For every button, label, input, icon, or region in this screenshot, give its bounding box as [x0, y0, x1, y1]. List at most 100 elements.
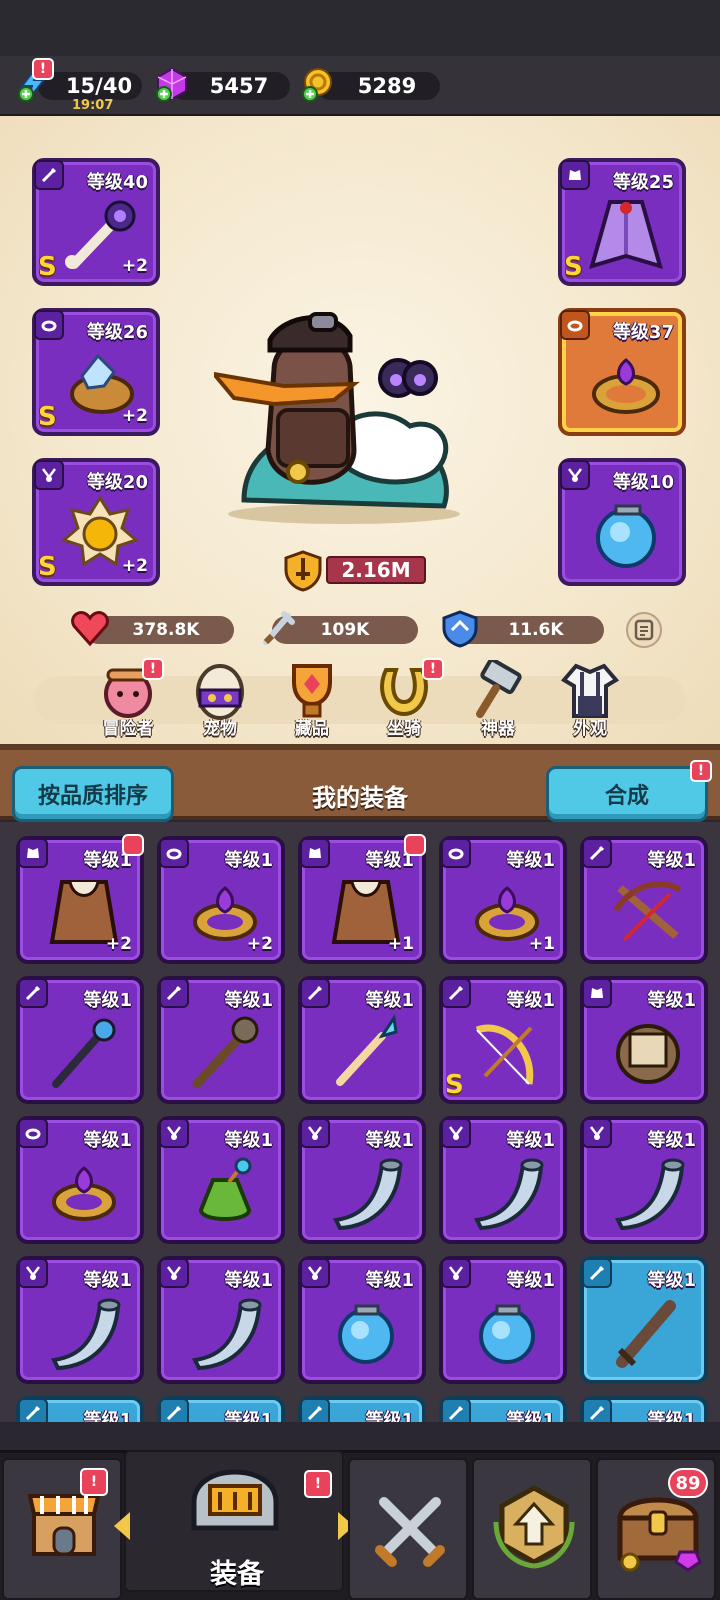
- sword-icon: [159, 1398, 189, 1422]
- crossed-swords-icon: [375, 1497, 445, 1567]
- crossbow-icon: [613, 881, 682, 942]
- capybara-character[interactable]: [214, 300, 474, 530]
- item-level: 等级1: [506, 1130, 555, 1151]
- tab-upgrade[interactable]: [472, 1458, 592, 1600]
- inventory-item[interactable]: 等级1 +1: [298, 834, 426, 964]
- equip-slot-necklace-right[interactable]: 等级10: [558, 458, 686, 586]
- armor-icon: [582, 978, 612, 1008]
- menu-artifact[interactable]: 神器: [458, 660, 538, 740]
- sword-icon: [582, 838, 612, 868]
- inventory-item[interactable]: 等级1: [16, 1116, 144, 1244]
- collection-trophy-icon: [292, 664, 332, 718]
- horn-icon: [191, 1298, 262, 1371]
- menu-pet[interactable]: 宠物: [180, 660, 260, 740]
- inventory-item[interactable]: 等级1: [298, 976, 426, 1104]
- inventory-item[interactable]: 等级1: [580, 976, 708, 1104]
- gold-coin-plus-icon[interactable]: [300, 66, 336, 102]
- inventory-item[interactable]: 等级1 S: [439, 976, 567, 1104]
- equip-slot-armor[interactable]: 等级25 S: [558, 158, 686, 286]
- wooden-staff-icon: [192, 1016, 259, 1089]
- sword-icon: [300, 1398, 330, 1422]
- sword-icon: [18, 1398, 48, 1422]
- stats-detail-button[interactable]: [626, 612, 662, 648]
- item-level: 等级1: [365, 990, 414, 1011]
- inventory-item[interactable]: 等级1: [157, 1256, 285, 1384]
- horn-icon: [614, 1158, 685, 1231]
- hp-value: 378.8K: [132, 620, 200, 640]
- inventory-item[interactable]: 等级1: [298, 1396, 426, 1422]
- inventory-item[interactable]: 等级1: [16, 1256, 144, 1384]
- necklace-icon: [300, 1258, 330, 1288]
- fur-armor-icon: [616, 1024, 680, 1084]
- menu-label: 神器: [481, 719, 515, 739]
- gold-ring-icon: [592, 358, 660, 414]
- inventory-item[interactable]: 等级1: [439, 1396, 567, 1422]
- slot-level: 等级25: [612, 172, 674, 193]
- sword-stat-icon: [263, 611, 295, 645]
- pet-egg-icon: [196, 664, 244, 720]
- inventory-item[interactable]: 等级1: [16, 976, 144, 1104]
- nav-left-arrow-icon[interactable]: [114, 1512, 130, 1540]
- merge-button[interactable]: 合成: [546, 766, 708, 822]
- inventory-item[interactable]: 等级1: [580, 1396, 708, 1422]
- sword-icon: [582, 1258, 612, 1288]
- artifact-hammer-icon: [476, 660, 522, 718]
- ring-icon: [18, 1118, 48, 1148]
- inventory-item[interactable]: 等级1 +1: [439, 836, 567, 964]
- equip-slot-ring-left[interactable]: 等级26 +2 S: [32, 308, 160, 436]
- equip-slot-ring-right[interactable]: 等级37: [558, 308, 686, 436]
- slot-level: 等级37: [612, 322, 674, 343]
- combat-power: 2.16M: [282, 550, 430, 592]
- energy-value: 15/40: [65, 74, 133, 98]
- sword-icon: [300, 978, 330, 1008]
- item-level: 等级1: [83, 990, 132, 1011]
- inventory-item[interactable]: 等级1 +2: [157, 836, 285, 964]
- inventory-item[interactable]: 等级1: [298, 1256, 426, 1384]
- inventory-item[interactable]: 等级1: [580, 1256, 708, 1384]
- necklace-icon: [159, 1258, 189, 1288]
- ring-icon: [560, 310, 590, 340]
- sort-by-quality-button[interactable]: 按品质排序: [12, 766, 174, 822]
- attack-value: 109K: [320, 620, 370, 640]
- slot-rank: S: [564, 252, 583, 282]
- inventory-item[interactable]: 等级1: [16, 1396, 144, 1422]
- energy-alert-badge: !: [32, 58, 54, 80]
- sword-icon: [159, 978, 189, 1008]
- equip-slot-necklace-left[interactable]: 等级20 +2 S: [32, 458, 160, 586]
- menu-collection[interactable]: 藏品: [272, 660, 352, 740]
- menu-label: 冒险者: [102, 719, 154, 739]
- horn-icon: [50, 1298, 121, 1371]
- defense-value: 11.6K: [508, 620, 564, 640]
- hp-stat: 378.8K: [71, 611, 234, 647]
- inventory-item[interactable]: 等级1 +2: [16, 834, 144, 964]
- inventory-item[interactable]: 等级1: [157, 976, 285, 1104]
- slot-rank: S: [38, 402, 57, 432]
- armor-icon: [300, 838, 330, 868]
- necklace-icon: [582, 1118, 612, 1148]
- inventory-grid: 等级1 +2 等级1 +2 等级1 +1 等级1 +1 等级1 等级1 等级1 等级1 等级1 S 等级1 等…: [0, 822, 720, 1422]
- inventory-item[interactable]: 等级1: [439, 1256, 567, 1384]
- item-level: 等级1: [647, 1130, 696, 1151]
- inventory-item[interactable]: 等级1: [580, 1116, 708, 1244]
- slot-bonus: +2: [121, 256, 148, 276]
- inventory-item[interactable]: 等级1: [580, 836, 708, 964]
- blue-orb-icon: [479, 1304, 535, 1364]
- equip-slot-weapon[interactable]: 等级40 +2 S: [32, 158, 160, 286]
- tab-battle[interactable]: [348, 1458, 468, 1600]
- purple-cape-icon: [589, 200, 663, 269]
- upgrade-indicator-icon: [404, 834, 426, 856]
- menu-appearance[interactable]: 外观: [550, 660, 630, 740]
- inventory-item[interactable]: 等级1: [157, 1396, 285, 1422]
- inventory-item[interactable]: 等级1: [298, 1116, 426, 1244]
- purple-gem-plus-icon[interactable]: [154, 66, 190, 102]
- menu-label: 坐骑: [387, 719, 421, 739]
- item-level: 等级1: [224, 990, 273, 1011]
- item-level: 等级1: [647, 1410, 696, 1422]
- inventory-item[interactable]: 等级1: [157, 1116, 285, 1244]
- item-rank: S: [445, 1070, 464, 1100]
- upgrade-indicator-icon: [122, 834, 144, 856]
- inventory-item[interactable]: 等级1: [439, 1116, 567, 1244]
- green-potion-icon: [198, 1157, 252, 1221]
- slot-level: 等级20: [86, 472, 148, 493]
- horn-icon: [332, 1158, 403, 1231]
